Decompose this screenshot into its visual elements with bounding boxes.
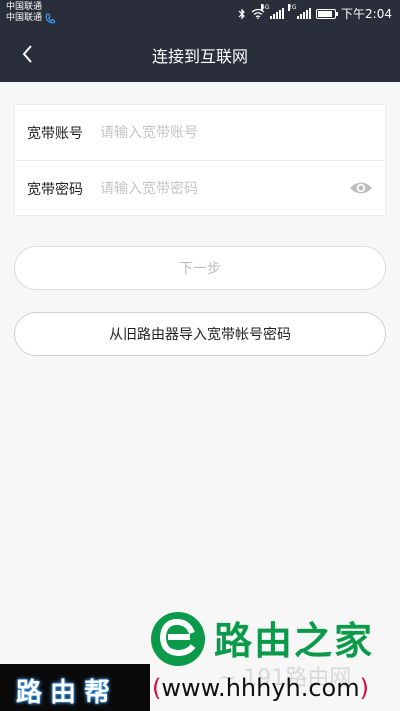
- status-icons: 4G 2G 下午2:04: [238, 4, 392, 22]
- bluetooth-icon: [238, 8, 245, 19]
- password-input[interactable]: [100, 180, 330, 197]
- page-title: 连接到互联网: [151, 47, 248, 66]
- brand-watermark: 路由之家: [214, 619, 375, 663]
- credentials-form: 宽带账号 宽带密码: [14, 104, 386, 216]
- battery-icon: [316, 8, 339, 19]
- status-bar: 中国联通 中国联通 4G 2G 下午2:04: [0, 0, 400, 26]
- signal-1-tag: 4G: [261, 4, 270, 11]
- signal-2-tag: 2G: [288, 4, 297, 11]
- url-open-paren: (: [152, 674, 162, 702]
- signal-1-icon: 4G: [261, 4, 285, 19]
- url-close-paren: ): [359, 674, 369, 702]
- next-button-label: 下一步: [179, 261, 221, 277]
- battery-level: [318, 10, 333, 17]
- account-row: 宽带账号: [15, 105, 385, 161]
- signal-2-icon: 2G: [288, 4, 312, 19]
- eye-icon[interactable]: [349, 179, 373, 197]
- carrier-2-label: 中国联通: [6, 13, 43, 23]
- password-label: 宽带密码: [27, 181, 83, 198]
- account-input[interactable]: [100, 124, 330, 141]
- import-button-label: 从旧路由器导入宽带帐号密码: [109, 327, 291, 343]
- carrier-1-label: 中国联通: [6, 2, 43, 12]
- hd-call-icon: [45, 13, 56, 24]
- brand-logo-icon: [151, 612, 205, 666]
- status-time: 下午2:04: [341, 7, 392, 21]
- carrier-info: 中国联通 中国联通: [6, 2, 56, 24]
- left-brand-banner: 路由帮: [0, 664, 150, 711]
- import-from-old-router-button[interactable]: 从旧路由器导入宽带帐号密码: [14, 312, 386, 356]
- account-label: 宽带账号: [27, 125, 83, 142]
- password-row: 宽带密码: [15, 161, 385, 216]
- nav-bar: 连接到互联网: [0, 26, 400, 82]
- url-watermark: (www.hhhyh.com): [152, 674, 369, 702]
- left-brand-text: 路由帮: [16, 678, 119, 708]
- url-text: www.hhhyh.com: [161, 674, 360, 702]
- next-button[interactable]: 下一步: [14, 246, 386, 290]
